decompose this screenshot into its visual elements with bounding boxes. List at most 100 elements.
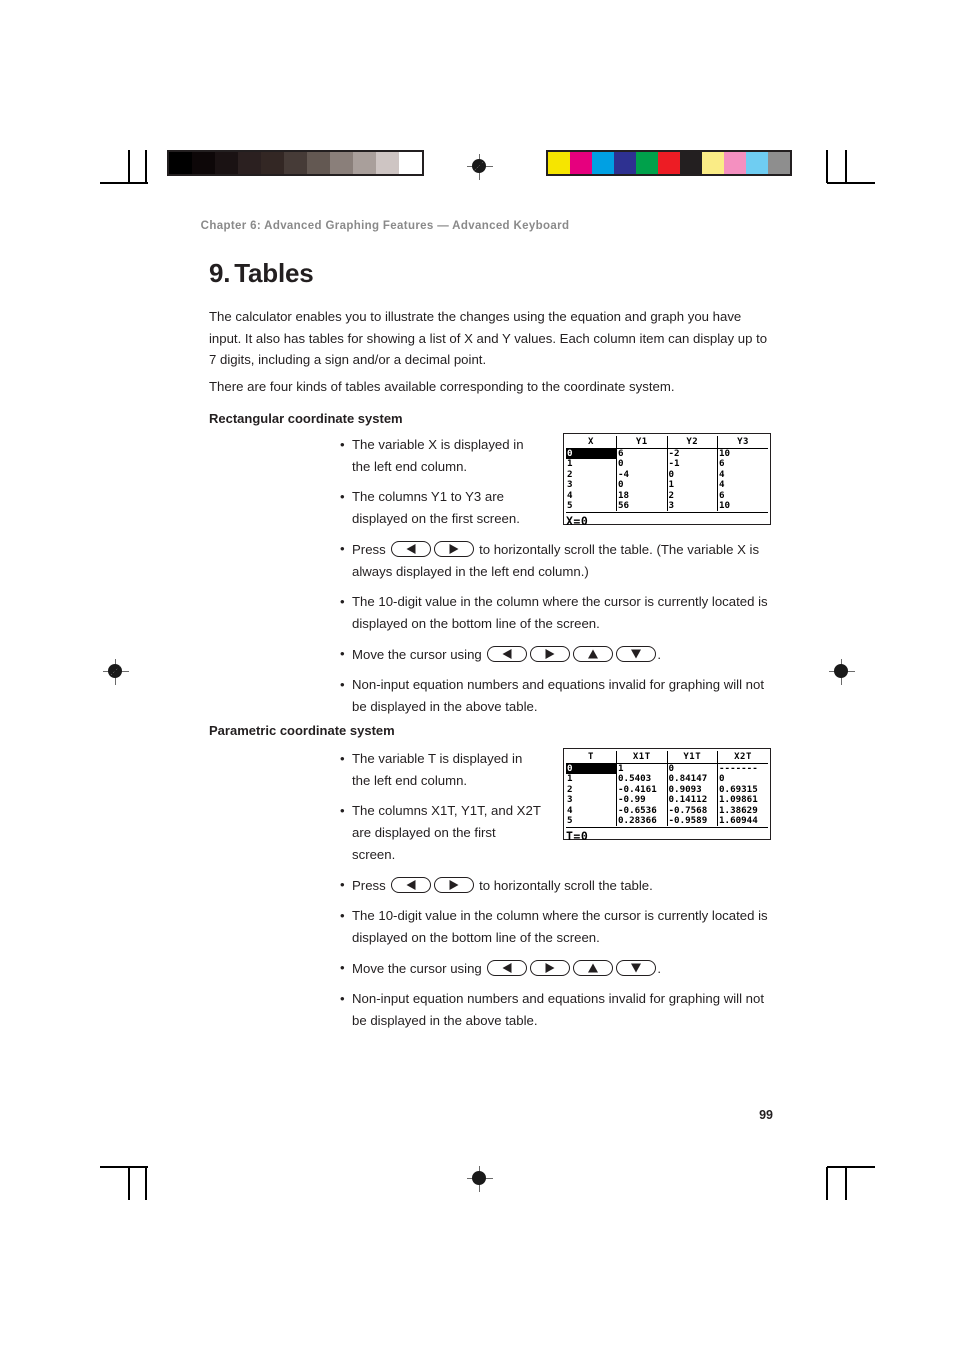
- down-arrow-key-icon[interactable]: [615, 645, 656, 662]
- intro-text-block: The calculator enables you to illustrate…: [209, 306, 775, 402]
- crop-mark-bottom-right-vertical-inner: [826, 1167, 828, 1200]
- table-cell[interactable]: -------: [718, 764, 769, 775]
- table-cell[interactable]: -2: [667, 448, 718, 460]
- section-heading-rectangular: Rectangular coordinate system: [209, 411, 403, 426]
- table-cell[interactable]: -0.99: [616, 795, 668, 806]
- table-cell[interactable]: 0.28366: [616, 816, 668, 827]
- table-cell[interactable]: 56: [616, 501, 668, 512]
- table-cell[interactable]: 0.5403: [616, 774, 668, 785]
- table-cell[interactable]: 0: [616, 459, 668, 470]
- table-cell[interactable]: 0.84147: [667, 774, 718, 785]
- calculator-screen-parametric: T X1T Y1T X2T 0 1 0 ------- 1 0.5403 0.84147 0 2 -0.…: [563, 748, 771, 843]
- table-cell[interactable]: 5: [566, 501, 617, 512]
- table-cell[interactable]: 3: [667, 501, 718, 512]
- table-cell[interactable]: 3: [566, 480, 617, 491]
- table-cell[interactable]: -0.9589: [667, 816, 718, 827]
- color-swatch: [548, 152, 570, 174]
- column-header: Y1T: [667, 751, 718, 764]
- table-row: 3014: [566, 480, 769, 491]
- table-cell[interactable]: 2: [667, 490, 718, 502]
- crop-mark-top-left-vertical-inner: [145, 150, 147, 183]
- table-cell[interactable]: 1.60944: [718, 816, 769, 826]
- color-swatch: [724, 152, 746, 174]
- calculator-table-parametric: T X1T Y1T X2T 0 1 0 ------- 1 0.5403 0.84147 0 2 -0.…: [566, 751, 769, 827]
- table-cell[interactable]: -0.6536: [616, 805, 668, 817]
- table-cell[interactable]: 1: [616, 763, 668, 775]
- table-cell[interactable]: -0.7568: [667, 805, 718, 817]
- table-cell[interactable]: 1: [667, 480, 718, 491]
- bullet-text-suffix: to horizontally scroll the table.: [479, 877, 653, 893]
- table-cell[interactable]: 10: [718, 501, 769, 511]
- registration-mark-right-middle: [829, 659, 855, 685]
- table-cell[interactable]: -0.4161: [616, 784, 668, 796]
- table-cell[interactable]: 6: [718, 491, 769, 501]
- list-item: Press to horizontally scroll the table. …: [340, 538, 770, 582]
- up-arrow-key-icon[interactable]: [572, 645, 613, 662]
- registration-ring: [108, 664, 122, 678]
- chapter-running-head: Chapter 6: Advanced Graphing Features — …: [200, 220, 570, 232]
- bullet-text: Non-input equation numbers and equations…: [352, 991, 765, 1029]
- left-arrow-key-icon[interactable]: [486, 959, 527, 976]
- registration-ring: [834, 664, 848, 678]
- table-cell[interactable]: 1.38629: [718, 806, 769, 816]
- column-header: Y2: [667, 436, 718, 449]
- grayscale-swatch: [169, 152, 192, 174]
- table-cell[interactable]: 4: [718, 470, 769, 480]
- table-cell[interactable]: 0.9093: [667, 784, 718, 796]
- registration-ring: [472, 1171, 486, 1185]
- table-cell[interactable]: -1: [667, 459, 718, 470]
- right-arrow-key-icon[interactable]: [433, 540, 474, 557]
- table-cell[interactable]: 4: [566, 490, 617, 502]
- table-cell[interactable]: 0: [616, 480, 668, 491]
- table-cell[interactable]: 6: [616, 448, 668, 460]
- color-calibration-strip: [546, 150, 792, 176]
- table-cell[interactable]: 4: [718, 480, 769, 490]
- up-arrow-key-icon[interactable]: [572, 959, 613, 976]
- color-swatch: [746, 152, 768, 174]
- table-cell[interactable]: 0: [718, 774, 769, 784]
- table-cell[interactable]: 0: [667, 763, 718, 775]
- table-cell[interactable]: -4: [616, 469, 668, 481]
- list-item: Non-input equation numbers and equations…: [340, 988, 770, 1031]
- table-cell[interactable]: 3: [566, 795, 617, 806]
- right-arrow-key-icon[interactable]: [529, 645, 570, 662]
- grayscale-swatch: [376, 152, 399, 174]
- bullet-text: Non-input equation numbers and equations…: [352, 677, 765, 715]
- left-arrow-key-icon[interactable]: [390, 540, 431, 557]
- color-swatch: [702, 152, 724, 174]
- bullet-text: The variable T is displayed in the left …: [352, 751, 523, 788]
- table-body: 0 1 0 ------- 1 0.5403 0.84147 0 2 -0.4161 0.9093 0…: [566, 763, 769, 827]
- left-arrow-key-icon[interactable]: [390, 876, 431, 893]
- table-cell[interactable]: 1: [566, 459, 617, 470]
- table-cell[interactable]: 4: [566, 805, 617, 817]
- table-cell[interactable]: 0.14112: [667, 795, 718, 806]
- table-cell[interactable]: 6: [718, 459, 769, 469]
- left-arrow-key-icon[interactable]: [486, 645, 527, 662]
- registration-mark-bottom-center: [467, 1166, 493, 1192]
- right-arrow-key-icon[interactable]: [433, 876, 474, 893]
- table-cell[interactable]: 5: [566, 816, 617, 827]
- table-cell[interactable]: 18: [616, 490, 668, 502]
- table-cell[interactable]: 2: [566, 469, 617, 481]
- column-header: Y3: [717, 436, 768, 449]
- grayscale-swatch: [192, 152, 215, 174]
- calculator-table-rectangular: X Y1 Y2 Y3 0 6 -2 10 1 0 -1 6 2 -4 0 4 3 0 1 4 4 18 2 6 5 56 3 10: [566, 436, 769, 512]
- color-swatch: [592, 152, 614, 174]
- table-header-row: X Y1 Y2 Y3: [566, 436, 768, 449]
- table-cell[interactable]: 1.09861: [718, 795, 769, 805]
- color-swatch: [614, 152, 636, 174]
- table-cell[interactable]: 0.69315: [718, 785, 769, 795]
- table-cell-selected[interactable]: 0: [566, 763, 617, 775]
- table-cell[interactable]: 10: [718, 449, 769, 460]
- crop-mark-top-right-horizontal: [827, 182, 875, 184]
- right-arrow-key-icon[interactable]: [529, 959, 570, 976]
- table-cell-selected[interactable]: 0: [566, 448, 617, 460]
- table-cell[interactable]: 1: [566, 774, 617, 785]
- table-cell[interactable]: 2: [566, 784, 617, 796]
- bullet-text-prefix: Move the cursor using: [352, 646, 482, 662]
- column-header: T: [566, 751, 617, 764]
- table-row: 2 -0.4161 0.9093 0.69315: [566, 784, 769, 796]
- list-item: Move the cursor using .: [340, 957, 770, 980]
- down-arrow-key-icon[interactable]: [615, 959, 656, 976]
- table-cell[interactable]: 0: [667, 469, 718, 481]
